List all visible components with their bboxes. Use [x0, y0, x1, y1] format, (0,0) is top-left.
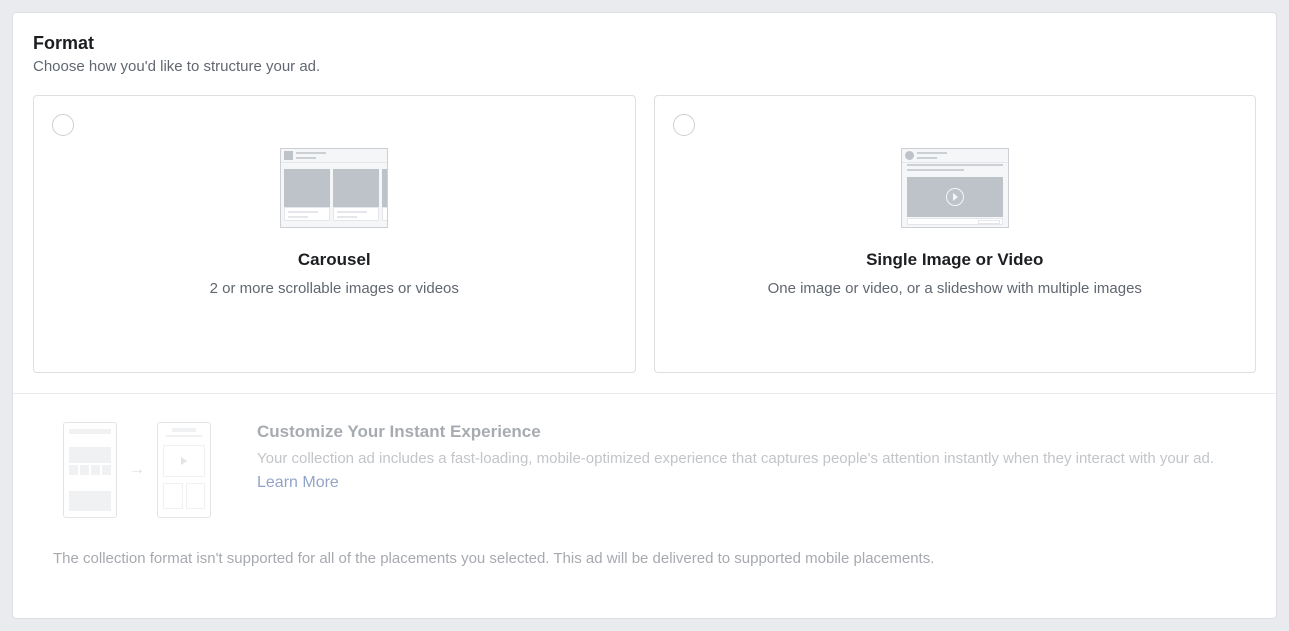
format-section: Format Choose how you'd like to structur…: [13, 13, 1276, 393]
format-card: Format Choose how you'd like to structur…: [12, 12, 1277, 619]
carousel-content: Carousel 2 or more scrollable images or …: [52, 114, 617, 297]
carousel-preview-icon: [280, 148, 388, 228]
notice-text: The collection format isn't supported fo…: [53, 550, 934, 567]
arrow-right-icon: →: [129, 461, 145, 479]
single-content: Single Image or Video One image or video…: [673, 114, 1238, 297]
instant-experience-description: Your collection ad includes a fast-loadi…: [257, 448, 1236, 495]
instant-experience-desc-text: Your collection ad includes a fast-loadi…: [257, 450, 1214, 467]
format-option-carousel[interactable]: Carousel 2 or more scrollable images or …: [33, 95, 636, 373]
instant-experience-illustration: →: [63, 422, 211, 518]
instant-experience-title: Customize Your Instant Experience: [257, 422, 1236, 442]
format-options: Carousel 2 or more scrollable images or …: [33, 95, 1256, 373]
single-video-preview-icon: [901, 148, 1009, 228]
phone-experience-icon: [157, 422, 211, 518]
carousel-description: 2 or more scrollable images or videos: [210, 280, 459, 297]
learn-more-link[interactable]: Learn More: [257, 474, 339, 491]
carousel-title: Carousel: [298, 250, 371, 270]
radio-unchecked-icon[interactable]: [52, 114, 74, 136]
instant-experience-text: Customize Your Instant Experience Your c…: [257, 422, 1236, 495]
placement-notice: The collection format isn't supported fo…: [13, 528, 1276, 587]
instant-experience-section: → Customize Your Instant Experience Your…: [13, 394, 1276, 528]
phone-collection-icon: [63, 422, 117, 518]
format-option-single[interactable]: Single Image or Video One image or video…: [654, 95, 1257, 373]
section-subtitle: Choose how you'd like to structure your …: [33, 58, 1256, 75]
single-description: One image or video, or a slideshow with …: [768, 280, 1142, 297]
single-title: Single Image or Video: [866, 250, 1043, 270]
radio-unchecked-icon[interactable]: [673, 114, 695, 136]
section-title: Format: [33, 33, 1256, 54]
